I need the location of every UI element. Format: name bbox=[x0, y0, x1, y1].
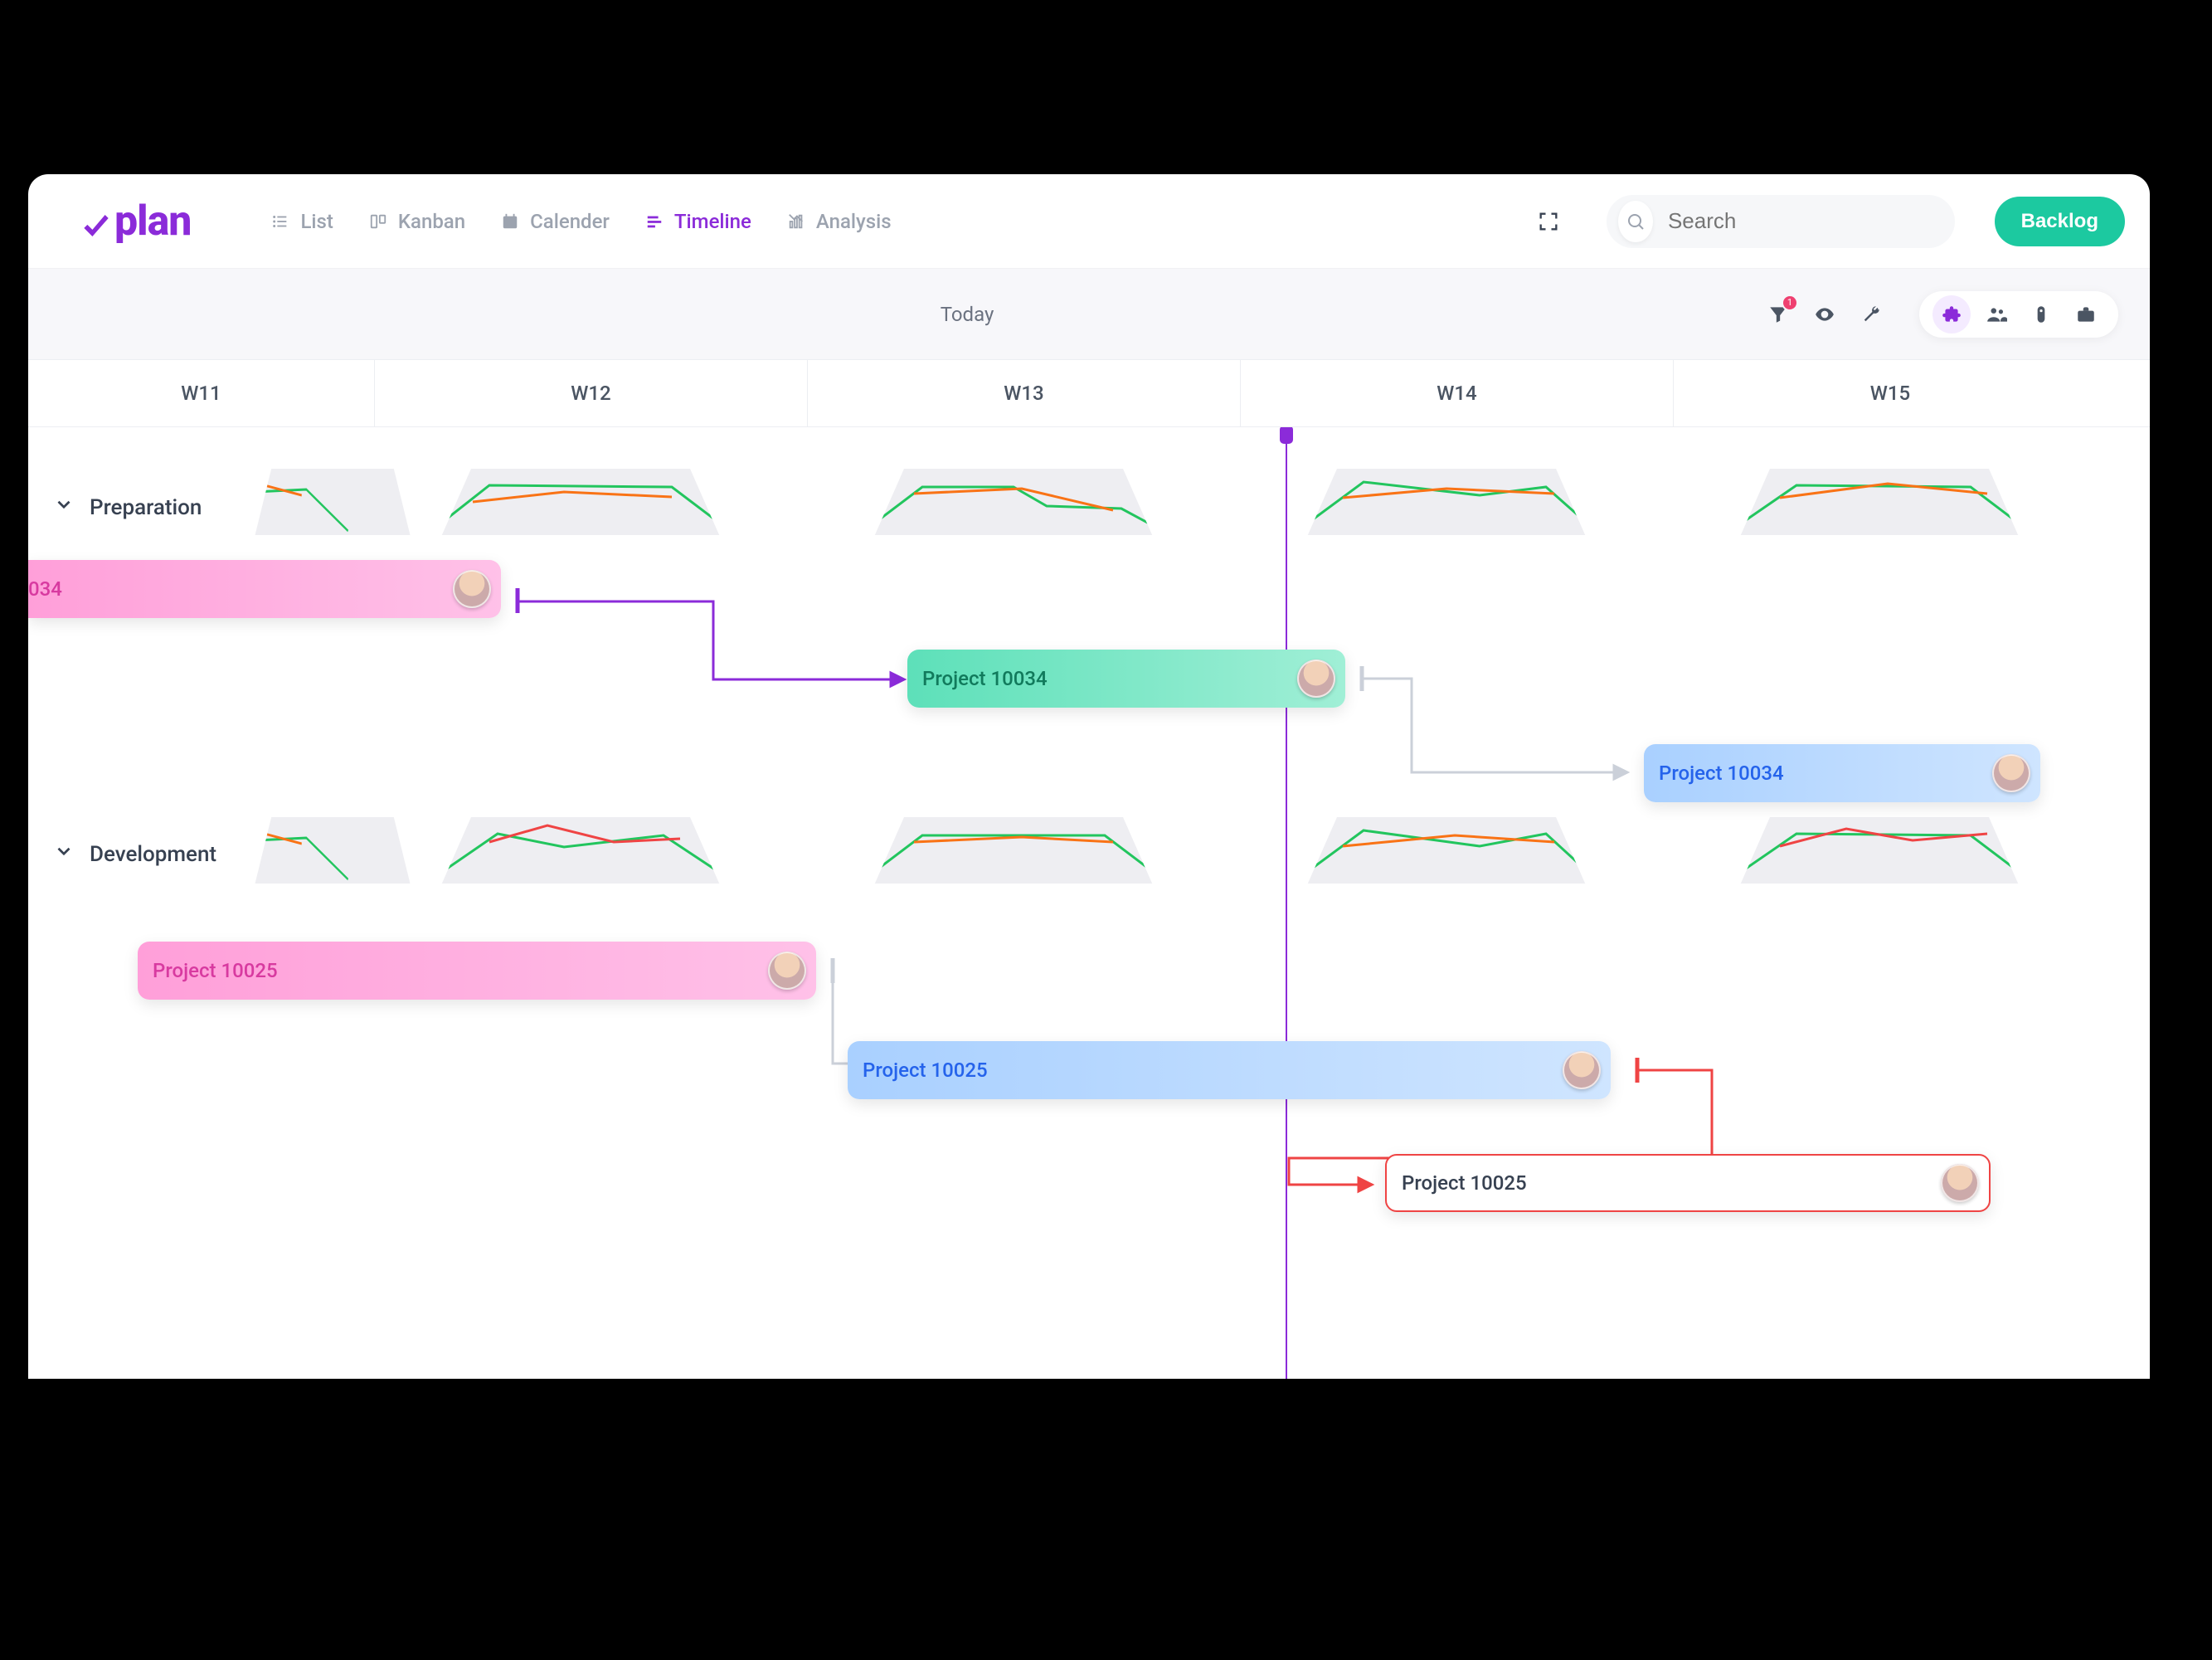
task-bar[interactable]: Project 10025 bbox=[138, 942, 816, 1000]
view-label: Timeline bbox=[674, 210, 751, 233]
task-label: Project 10034 bbox=[922, 667, 1048, 690]
view-label: Analysis bbox=[816, 210, 892, 233]
filter-icon[interactable]: 1 bbox=[1755, 291, 1801, 338]
check-icon bbox=[78, 208, 114, 245]
group-label: Development bbox=[90, 842, 216, 867]
week-col: W15 bbox=[1674, 360, 2107, 426]
task-label: Project 10025 bbox=[1402, 1171, 1527, 1195]
group-header-preparation[interactable]: Preparation bbox=[53, 494, 202, 521]
logo: plan bbox=[78, 197, 191, 246]
group-header-development[interactable]: Development bbox=[53, 840, 216, 868]
filter-badge: 1 bbox=[1783, 296, 1796, 309]
view-timeline[interactable]: Timeline bbox=[638, 203, 756, 240]
task-label: Project 10025 bbox=[153, 959, 278, 982]
view-list[interactable]: List bbox=[264, 203, 338, 240]
capacity-spark bbox=[831, 469, 1196, 535]
capacity-spark bbox=[1697, 469, 2062, 535]
timeline-icon bbox=[643, 210, 666, 233]
puzzle-icon[interactable] bbox=[1932, 295, 1971, 333]
view-kanban[interactable]: Kanban bbox=[362, 203, 470, 240]
week-col: W13 bbox=[808, 360, 1241, 426]
capacity-spark bbox=[1264, 469, 1629, 535]
week-col: W14 bbox=[1241, 360, 1674, 426]
capacity-spark bbox=[831, 817, 1196, 884]
view-analysis[interactable]: Analysis bbox=[780, 203, 897, 240]
week-col: W12 bbox=[375, 360, 808, 426]
view-label: Kanban bbox=[398, 210, 465, 233]
capacity-spark bbox=[231, 817, 435, 884]
avatar bbox=[1563, 1051, 1601, 1089]
view-calendar[interactable]: Calender bbox=[493, 203, 615, 240]
search-input[interactable] bbox=[1668, 208, 1943, 234]
grouping-pill bbox=[1919, 291, 2118, 338]
task-bar[interactable]: Project 10034 bbox=[1644, 744, 2040, 802]
avatar bbox=[1297, 660, 1335, 698]
capacity-spark bbox=[398, 469, 763, 535]
avatar bbox=[768, 952, 806, 990]
view-label: List bbox=[300, 210, 333, 233]
capacity-spark bbox=[1697, 817, 2062, 884]
task-label: 034 bbox=[28, 577, 62, 601]
chevron-down-icon bbox=[53, 840, 75, 868]
view-switcher: List Kanban Calender Timeline Analysis bbox=[264, 203, 896, 240]
avatar bbox=[1941, 1164, 1979, 1202]
toolbar: Today 1 bbox=[28, 269, 2150, 360]
group-label: Preparation bbox=[90, 495, 202, 520]
logo-text: plan bbox=[114, 197, 191, 246]
view-label: Calender bbox=[530, 210, 610, 233]
search-box[interactable] bbox=[1607, 195, 1955, 248]
analysis-icon bbox=[785, 210, 808, 233]
toolbar-icons: 1 bbox=[1755, 291, 2118, 338]
capacity-spark bbox=[1264, 817, 1629, 884]
calendar-icon bbox=[498, 210, 522, 233]
today-label: Today bbox=[119, 303, 1815, 326]
visibility-icon[interactable] bbox=[1801, 291, 1848, 338]
task-label: Project 10034 bbox=[1659, 762, 1784, 785]
dependency-link bbox=[1345, 666, 1660, 782]
avatar bbox=[1992, 754, 2030, 792]
top-bar: plan List Kanban Calender Timeline Analy… bbox=[28, 174, 2150, 269]
task-bar[interactable]: Project 10025 bbox=[848, 1041, 1611, 1099]
timeline-body: Preparation Development bbox=[28, 427, 2150, 1379]
task-bar[interactable]: 034 bbox=[28, 560, 501, 618]
list-icon bbox=[269, 210, 292, 233]
fullscreen-icon[interactable] bbox=[1537, 210, 1560, 233]
settings-tools-icon[interactable] bbox=[1848, 291, 1894, 338]
avatar bbox=[453, 570, 491, 608]
backlog-button[interactable]: Backlog bbox=[1995, 197, 2125, 246]
dependency-link bbox=[501, 577, 924, 701]
chevron-down-icon bbox=[53, 494, 75, 521]
capacity-spark bbox=[398, 817, 763, 884]
search-icon bbox=[1618, 201, 1653, 242]
app-window: plan List Kanban Calender Timeline Analy… bbox=[28, 174, 2150, 1379]
task-bar[interactable]: Project 10025 bbox=[1385, 1154, 1991, 1212]
briefcase-icon[interactable] bbox=[2067, 295, 2105, 333]
today-marker bbox=[1286, 427, 1287, 1379]
capacity-spark bbox=[231, 469, 435, 535]
week-header: W11 W12 W13 W14 W15 bbox=[28, 360, 2150, 427]
resource-icon[interactable] bbox=[2022, 295, 2060, 333]
week-col: W11 bbox=[28, 360, 375, 426]
task-label: Project 10025 bbox=[863, 1059, 988, 1082]
kanban-icon bbox=[367, 210, 390, 233]
task-bar[interactable]: Project 10034 bbox=[907, 650, 1345, 708]
team-icon[interactable] bbox=[1977, 295, 2015, 333]
